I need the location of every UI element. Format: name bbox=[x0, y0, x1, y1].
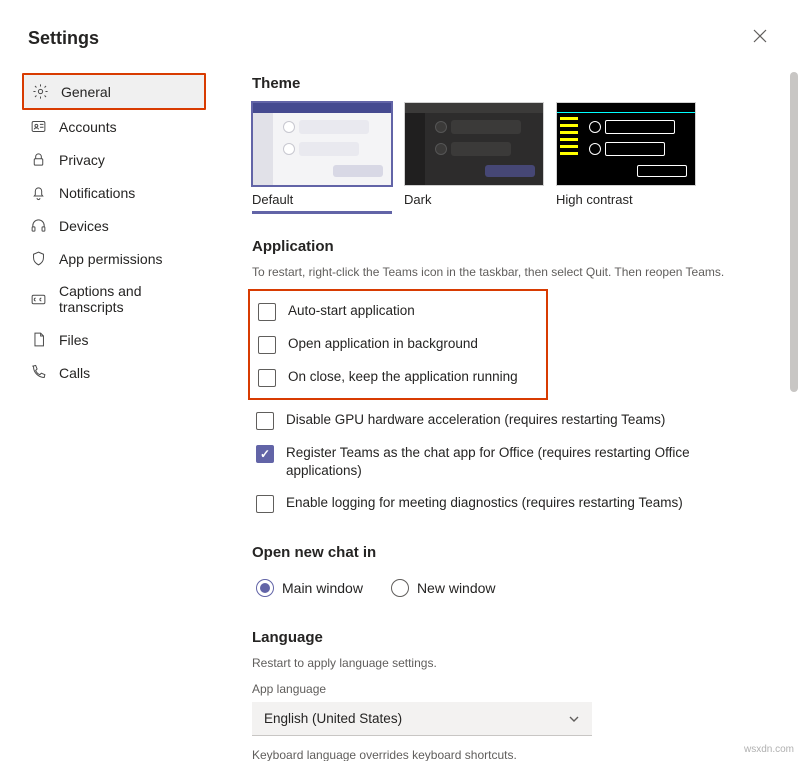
sidebar-item-label: Accounts bbox=[59, 119, 117, 135]
id-card-icon bbox=[30, 118, 47, 135]
theme-default[interactable]: Default bbox=[252, 102, 392, 214]
check-open-background[interactable]: Open application in background bbox=[254, 328, 538, 361]
language-title: Language bbox=[252, 629, 770, 646]
app-language-select[interactable]: English (United States) bbox=[252, 702, 592, 736]
application-desc: To restart, right-click the Teams icon i… bbox=[252, 265, 770, 279]
sidebar-item-label: Notifications bbox=[59, 185, 135, 201]
close-button[interactable] bbox=[748, 24, 772, 53]
radio-label: New window bbox=[417, 580, 496, 596]
theme-preview-high-contrast bbox=[556, 102, 696, 186]
check-auto-start[interactable]: Auto-start application bbox=[254, 295, 538, 328]
sidebar-item-app-permissions[interactable]: App permissions bbox=[22, 242, 206, 275]
checkbox-icon[interactable] bbox=[258, 336, 276, 354]
close-icon bbox=[752, 28, 768, 44]
sidebar-item-label: Privacy bbox=[59, 152, 105, 168]
application-title: Application bbox=[252, 238, 770, 255]
radio-icon[interactable] bbox=[256, 579, 274, 597]
check-register-office[interactable]: Register Teams as the chat app for Offic… bbox=[252, 437, 770, 487]
settings-content: Theme Default bbox=[224, 65, 800, 761]
check-label: Enable logging for meeting diagnostics (… bbox=[286, 494, 683, 512]
check-enable-logging[interactable]: Enable logging for meeting diagnostics (… bbox=[252, 487, 770, 520]
check-label: Disable GPU hardware acceleration (requi… bbox=[286, 411, 665, 429]
settings-sidebar: General Accounts Privacy Notifications D… bbox=[0, 65, 224, 761]
select-value: English (United States) bbox=[264, 711, 402, 726]
keyboard-language-label: Keyboard language overrides keyboard sho… bbox=[252, 748, 770, 761]
radio-main-window[interactable]: Main window bbox=[256, 579, 363, 597]
bell-icon bbox=[30, 184, 47, 201]
chevron-down-icon bbox=[568, 713, 580, 725]
sidebar-item-label: General bbox=[61, 84, 111, 100]
sidebar-item-label: Calls bbox=[59, 365, 90, 381]
checkbox-icon[interactable] bbox=[256, 445, 274, 463]
checkbox-icon[interactable] bbox=[258, 369, 276, 387]
radio-icon[interactable] bbox=[391, 579, 409, 597]
open-chat-title: Open new chat in bbox=[252, 544, 770, 561]
sidebar-item-general[interactable]: General bbox=[24, 75, 204, 108]
check-keep-running[interactable]: On close, keep the application running bbox=[254, 361, 538, 394]
theme-preview-default bbox=[252, 102, 392, 186]
theme-options: Default Dark bbox=[252, 102, 770, 214]
check-disable-gpu[interactable]: Disable GPU hardware acceleration (requi… bbox=[252, 404, 770, 437]
page-title: Settings bbox=[28, 28, 99, 49]
scrollbar[interactable] bbox=[790, 72, 798, 392]
language-desc: Restart to apply language settings. bbox=[252, 656, 770, 670]
theme-label: Default bbox=[252, 192, 392, 207]
theme-dark[interactable]: Dark bbox=[404, 102, 544, 214]
theme-title: Theme bbox=[252, 75, 770, 92]
sidebar-item-devices[interactable]: Devices bbox=[22, 209, 206, 242]
sidebar-item-label: Files bbox=[59, 332, 89, 348]
theme-label: Dark bbox=[404, 192, 544, 207]
check-label: Open application in background bbox=[288, 335, 478, 353]
gear-icon bbox=[32, 83, 49, 100]
headset-icon bbox=[30, 217, 47, 234]
open-chat-radio-group: Main window New window bbox=[252, 571, 770, 605]
app-language-label: App language bbox=[252, 682, 770, 696]
checkbox-icon[interactable] bbox=[256, 412, 274, 430]
sidebar-item-calls[interactable]: Calls bbox=[22, 356, 206, 389]
settings-header: Settings bbox=[0, 0, 800, 65]
sidebar-item-accounts[interactable]: Accounts bbox=[22, 110, 206, 143]
shield-icon bbox=[30, 250, 47, 267]
theme-high-contrast[interactable]: High contrast bbox=[556, 102, 696, 214]
application-highlighted-options: Auto-start application Open application … bbox=[248, 289, 548, 400]
phone-icon bbox=[30, 364, 47, 381]
theme-preview-dark bbox=[404, 102, 544, 186]
check-label: Auto-start application bbox=[288, 302, 415, 320]
sidebar-item-label: Captions and transcripts bbox=[59, 283, 198, 315]
lock-icon bbox=[30, 151, 47, 168]
captions-icon bbox=[30, 291, 47, 308]
check-label: On close, keep the application running bbox=[288, 368, 518, 386]
sidebar-item-privacy[interactable]: Privacy bbox=[22, 143, 206, 176]
sidebar-item-label: App permissions bbox=[59, 251, 163, 267]
radio-new-window[interactable]: New window bbox=[391, 579, 496, 597]
checkbox-icon[interactable] bbox=[256, 495, 274, 513]
sidebar-item-label: Devices bbox=[59, 218, 109, 234]
sidebar-item-files[interactable]: Files bbox=[22, 323, 206, 356]
sidebar-item-captions[interactable]: Captions and transcripts bbox=[22, 275, 206, 323]
check-label: Register Teams as the chat app for Offic… bbox=[286, 444, 766, 480]
theme-label: High contrast bbox=[556, 192, 696, 207]
radio-label: Main window bbox=[282, 580, 363, 596]
watermark: wsxdn.com bbox=[744, 744, 794, 755]
sidebar-item-notifications[interactable]: Notifications bbox=[22, 176, 206, 209]
checkbox-icon[interactable] bbox=[258, 303, 276, 321]
file-icon bbox=[30, 331, 47, 348]
